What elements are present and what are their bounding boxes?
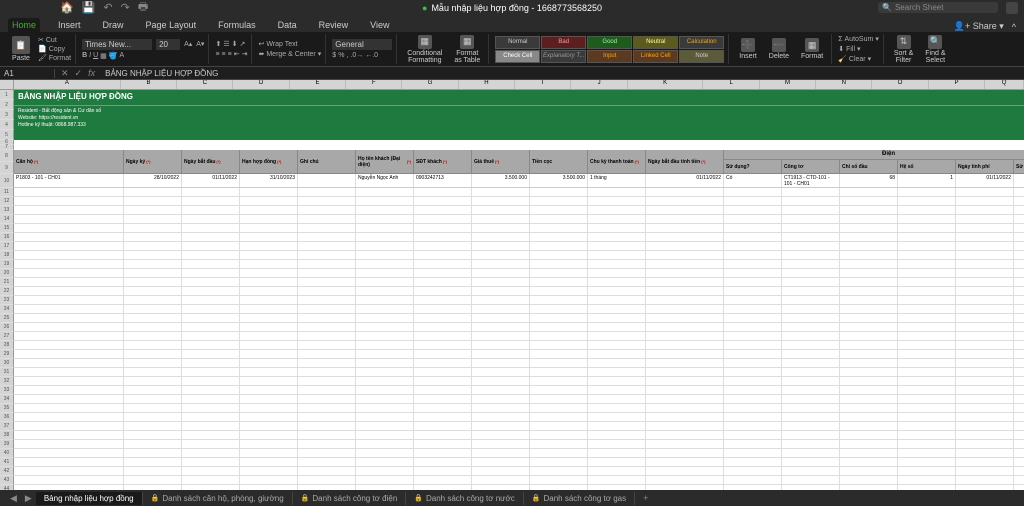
align-top-button[interactable]: ⬆ [215, 40, 221, 48]
align-mid-button[interactable]: ☰ [223, 40, 229, 48]
comma-button[interactable]: , [346, 52, 348, 59]
tab-data[interactable]: Data [274, 18, 301, 32]
tab-insert[interactable]: Insert [54, 18, 85, 32]
tab-page-layout[interactable]: Page Layout [142, 18, 201, 32]
add-sheet-button[interactable]: + [635, 493, 656, 503]
align-bot-button[interactable]: ⬇ [232, 40, 238, 48]
notification-icon[interactable] [1006, 2, 1018, 14]
delete-cells-button[interactable]: ➖Delete [765, 38, 793, 60]
find-select-button[interactable]: 🔍Find & Select [921, 35, 949, 64]
ribbon-toggle-icon[interactable]: ^ [1012, 22, 1016, 32]
border-button[interactable]: ▦ [100, 52, 107, 60]
lock-icon: 🔒 [414, 494, 423, 502]
sheet-tab[interactable]: Bảng nhập liệu hợp đồng [36, 492, 143, 505]
redo-icon[interactable]: ↷ [121, 1, 130, 14]
copy-button[interactable]: 📄 Copy [38, 45, 71, 53]
save-icon[interactable]: 🏠 [60, 1, 74, 14]
conditional-formatting-button[interactable]: ▦Conditional Formatting [403, 35, 446, 64]
format-cells-button[interactable]: ▦Format [797, 38, 827, 60]
save-icon[interactable]: 💾 [82, 1, 96, 14]
align-center-button[interactable]: ≡ [222, 51, 226, 58]
tab-review[interactable]: Review [315, 18, 353, 32]
font-name-select[interactable]: Times New... [82, 39, 152, 50]
wrap-text-button[interactable]: ↩ Wrap Text [258, 40, 321, 48]
font-size-select[interactable]: 20 [156, 39, 180, 50]
decrease-font-button[interactable]: A▾ [196, 40, 204, 48]
tab-view[interactable]: View [366, 18, 393, 32]
ribbon: 📋Paste ✂ Cut 📄 Copy 🖌 Format Times New..… [0, 32, 1024, 66]
bold-button[interactable]: B [82, 52, 87, 59]
tab-home[interactable]: Home [8, 18, 40, 32]
sheet-nav-first[interactable]: ◀ [6, 493, 21, 504]
percent-button[interactable]: % [338, 52, 344, 59]
indent-inc-button[interactable]: ⇥ [242, 50, 248, 58]
merge-center-button[interactable]: ⬌ Merge & Center ▾ [258, 50, 321, 58]
accept-formula-icon[interactable]: ✓ [75, 68, 83, 79]
tab-draw[interactable]: Draw [99, 18, 128, 32]
undo-icon[interactable]: ↶ [103, 1, 112, 14]
cancel-formula-icon[interactable]: ✕ [61, 68, 69, 79]
select-all-corner[interactable] [0, 80, 14, 90]
lock-icon: 🔒 [532, 494, 541, 502]
currency-button[interactable]: $ [332, 52, 336, 59]
search-icon: 🔍 [882, 3, 892, 12]
search-input[interactable]: 🔍Search Sheet [878, 2, 998, 13]
column-headers[interactable]: ABCDEFGHIJKLMNOPQ [14, 80, 1024, 90]
formula-bar: A1 ✕ ✓ fx BẢNG NHẬP LIỆU HỢP ĐỒNG [0, 66, 1024, 80]
cloud-sync-icon: ● [422, 3, 427, 13]
share-button[interactable]: 👤+ Share ▾ [954, 21, 1004, 32]
fx-icon[interactable]: fx [88, 68, 95, 79]
format-as-table-button[interactable]: ▦Format as Table [450, 35, 484, 64]
sheet-tabs: ◀ ▶ Bảng nhập liệu hợp đồng🔒Danh sách că… [0, 490, 1024, 506]
cut-button[interactable]: ✂ Cut [38, 36, 71, 44]
spreadsheet-area[interactable]: ABCDEFGHIJKLMNOPQ BẢNG NHẬP LIỆU HỢP ĐỒN… [0, 80, 1024, 490]
paste-button[interactable]: 📋Paste [8, 36, 34, 62]
number-format-select[interactable]: General [332, 39, 392, 50]
dec-decimal-button[interactable]: ←.0 [365, 52, 378, 59]
align-left-button[interactable]: ≡ [215, 51, 219, 58]
orientation-button[interactable]: ↗ [239, 40, 245, 48]
ribbon-tabs: Home Insert Draw Page Layout Formulas Da… [0, 15, 1024, 32]
italic-button[interactable]: I [89, 52, 91, 59]
format-painter-button[interactable]: 🖌 Format [38, 54, 71, 62]
align-right-button[interactable]: ≡ [228, 51, 232, 58]
tab-formulas[interactable]: Formulas [214, 18, 260, 32]
inc-decimal-button[interactable]: .0→ [350, 52, 363, 59]
sort-filter-button[interactable]: ⇅Sort & Filter [890, 35, 917, 64]
sheet-nav-prev[interactable]: ▶ [21, 493, 36, 504]
formula-input[interactable]: BẢNG NHẬP LIỆU HỢP ĐỒNG [101, 69, 1024, 78]
increase-font-button[interactable]: A▴ [184, 40, 192, 48]
sheet-tab[interactable]: 🔒Danh sách công tơ nước [406, 492, 524, 505]
window-title: Mẫu nhập liệu hợp đồng - 1668773568250 [431, 3, 602, 13]
sheet-tab[interactable]: 🔒Danh sách căn hộ, phòng, giường [143, 492, 293, 505]
fill-color-button[interactable]: 🪣 [109, 52, 118, 60]
name-box[interactable]: A1 [0, 69, 55, 78]
sheet-title: BẢNG NHẬP LIỆU HỢP ĐỒNG [14, 90, 1024, 103]
lock-icon: 🔒 [301, 494, 310, 502]
underline-button[interactable]: U [93, 52, 98, 59]
autosum-button[interactable]: Σ AutoSum ▾ [838, 35, 879, 43]
font-color-button[interactable]: A [119, 52, 124, 59]
clear-button[interactable]: 🧹 Clear ▾ [838, 55, 879, 63]
sheet-tab[interactable]: 🔒Danh sách công tơ gas [524, 492, 635, 505]
quick-access-toolbar: 🏠 💾 ↶ ↷ 🖶 [60, 0, 148, 15]
indent-dec-button[interactable]: ⇤ [234, 50, 240, 58]
insert-cells-button[interactable]: ➕Insert [735, 38, 761, 60]
fill-button[interactable]: ⬇ Fill ▾ [838, 45, 879, 53]
sheet-tab[interactable]: 🔒Danh sách công tơ điện [293, 492, 407, 505]
lock-icon: 🔒 [151, 494, 160, 502]
cell-styles-gallery[interactable]: Normal Bad Good Neutral Calculation Chec… [495, 36, 724, 63]
